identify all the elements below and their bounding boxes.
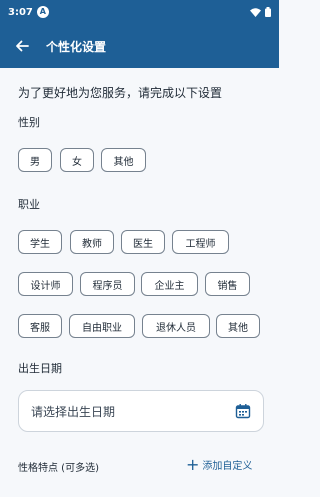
intro-text: 为了更好地为您服务，请完成以下设置 [18,86,223,100]
occupation-chip-doctor[interactable]: 医生 [121,230,165,254]
occupation-chip-retired[interactable]: 退休人员 [142,314,210,338]
birth-date-field[interactable]: 请选择出生日期 [18,390,264,432]
status-bar: 3:07 A [0,0,279,24]
occupation-label: 职业 [18,198,40,211]
status-time: 3:07 [8,6,33,18]
app-bar: 个性化设置 [0,24,279,68]
page-title: 个性化设置 [46,39,107,54]
add-custom-label: 添加自定义 [202,461,253,472]
notification-badge: A [36,6,49,18]
occupation-chip-customer-service[interactable]: 客服 [18,314,62,338]
add-custom-button[interactable]: + 添加自定义 [186,454,253,474]
gender-label: 性别 [18,116,40,129]
occupation-chip-sales[interactable]: 销售 [205,272,250,296]
wifi-icon [250,7,261,17]
back-arrow-icon[interactable] [10,34,34,58]
occupation-chip-business-owner[interactable]: 企业主 [141,272,198,296]
birth-date-label: 出生日期 [18,362,62,375]
occupation-chip-teacher[interactable]: 教师 [70,230,114,254]
birth-date-placeholder: 请选择出生日期 [31,404,116,419]
occupation-chip-engineer[interactable]: 工程师 [172,230,229,254]
battery-icon [265,7,271,17]
status-icons [250,7,271,17]
calendar-icon[interactable] [235,403,251,419]
occupation-chip-student[interactable]: 学生 [18,230,62,254]
gender-chip-other[interactable]: 其他 [101,148,146,172]
plus-icon: + [186,454,200,474]
gender-chip-male[interactable]: 男 [18,148,52,172]
gender-chip-female[interactable]: 女 [60,148,94,172]
occupation-chip-other[interactable]: 其他 [216,314,260,338]
occupation-chip-freelancer[interactable]: 自由职业 [69,314,135,338]
traits-label: 性格特点 (可多选) [18,463,99,474]
occupation-chip-designer[interactable]: 设计师 [18,272,73,296]
occupation-chip-programmer[interactable]: 程序员 [80,272,135,296]
